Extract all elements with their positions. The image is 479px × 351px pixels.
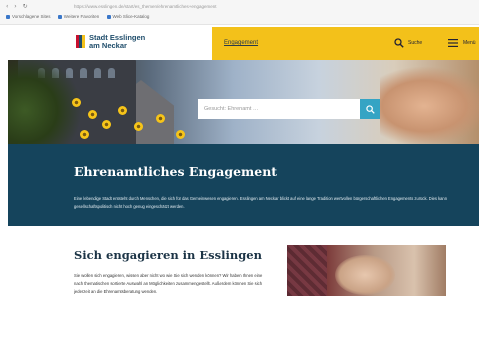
search-icon bbox=[365, 104, 375, 114]
photo-fabric bbox=[287, 245, 327, 296]
hero-banner: Gesucht: Ehrenamt … bbox=[8, 60, 479, 144]
main-nav-bar: Engagement Suche Menü bbox=[212, 27, 479, 60]
menu-label: Menü bbox=[463, 40, 476, 46]
hands-photo bbox=[380, 66, 479, 144]
search-label: Suche bbox=[408, 40, 423, 46]
header-menu-button[interactable]: Menü bbox=[448, 36, 476, 50]
intro-band: Ehrenamtliches Engagement Eine lebendige… bbox=[8, 144, 479, 226]
bookmark-icon bbox=[57, 14, 62, 19]
address-bar[interactable]: https://www.esslingen.de/start/es_themen… bbox=[74, 3, 222, 10]
flower bbox=[134, 122, 143, 131]
flower bbox=[88, 110, 97, 119]
flower bbox=[72, 98, 81, 107]
logo-line-2: am Neckar bbox=[89, 41, 127, 50]
flower bbox=[176, 130, 185, 139]
browser-chrome: ‹ › ↻ https://www.esslingen.de/start/es_… bbox=[0, 0, 479, 25]
bookmark-icon bbox=[6, 14, 10, 19]
site-logo[interactable]: Stadt Esslingen am Neckar bbox=[76, 34, 145, 56]
bookmark-item[interactable]: Web Slice-Katalog bbox=[106, 14, 149, 19]
section-title: Sich engagieren in Esslingen bbox=[74, 248, 262, 262]
tower-window bbox=[108, 68, 115, 78]
bookmark-item[interactable]: Weitere Favoriten bbox=[57, 14, 99, 19]
nav-link-engagement[interactable]: Engagement bbox=[224, 40, 258, 46]
city-crest-icon bbox=[76, 35, 85, 48]
hero-search-button[interactable] bbox=[360, 99, 380, 119]
intro-text: Eine lebendige Stadt entsteht durch Mens… bbox=[74, 196, 447, 209]
flower bbox=[156, 114, 165, 123]
section-text: Sie wollen sich engagieren, wissen aber … bbox=[74, 273, 263, 294]
hero-search-input[interactable]: Gesucht: Ehrenamt … bbox=[198, 99, 360, 119]
logo-text: Stadt Esslingen am Neckar bbox=[89, 34, 145, 50]
flower bbox=[80, 130, 89, 139]
photo-hands bbox=[335, 255, 395, 295]
search-icon bbox=[394, 38, 404, 48]
header-search-button[interactable]: Suche bbox=[394, 36, 422, 50]
browser-nav-buttons[interactable]: ‹ › ↻ bbox=[6, 3, 30, 10]
flower bbox=[118, 106, 127, 115]
page-title: Ehrenamtliches Engagement bbox=[74, 164, 278, 179]
bookmark-item[interactable]: Vorschlagene Sites bbox=[6, 14, 51, 19]
tower-window bbox=[94, 68, 101, 78]
hero-search-form: Gesucht: Ehrenamt … bbox=[198, 99, 380, 119]
section-photo bbox=[287, 245, 446, 296]
bookmark-icon bbox=[106, 14, 111, 19]
bookmarks-bar: Vorschlagene Sites Weitere Favoriten Web… bbox=[6, 14, 155, 19]
hamburger-menu-icon bbox=[448, 39, 458, 47]
flower bbox=[102, 120, 111, 129]
